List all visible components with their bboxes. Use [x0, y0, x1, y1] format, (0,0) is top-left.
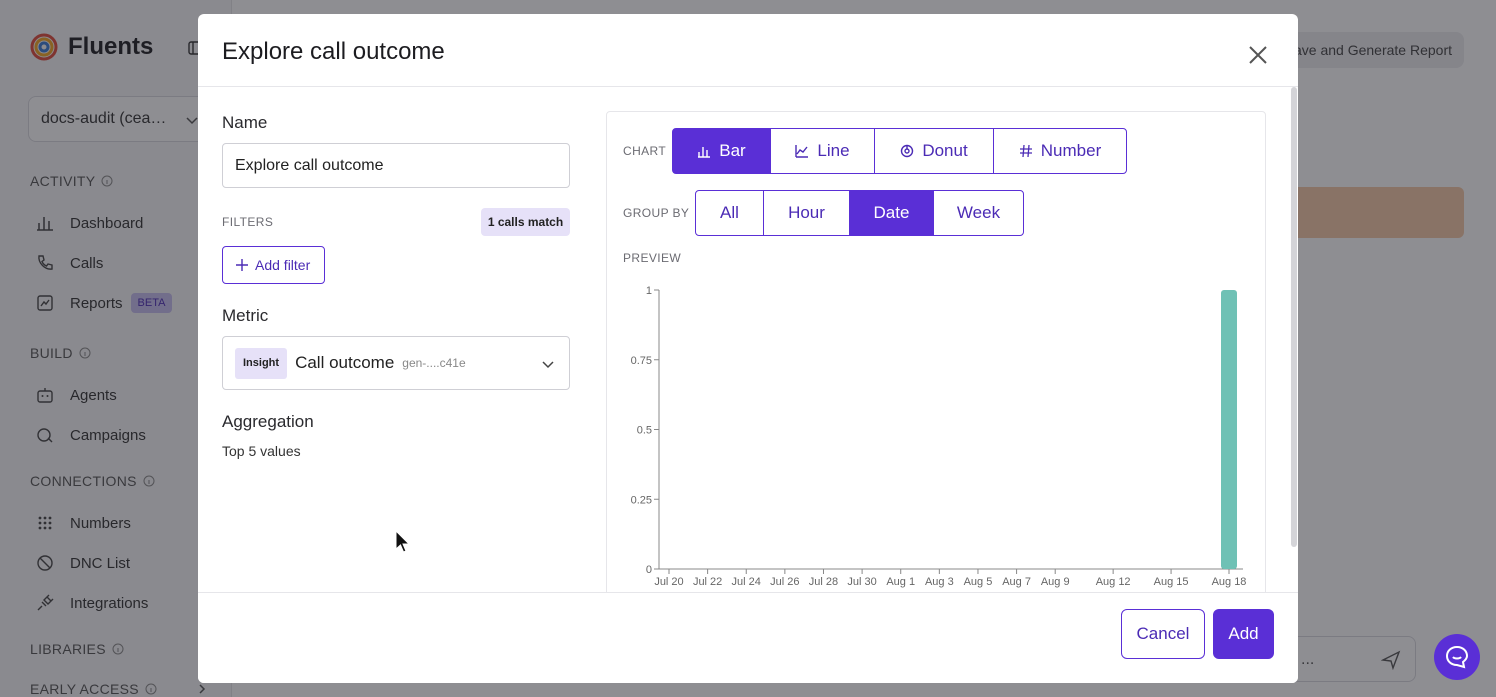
line-chart-icon	[795, 145, 809, 158]
group-by-all[interactable]: All	[695, 190, 764, 236]
close-icon[interactable]	[1246, 43, 1270, 67]
bar	[1221, 290, 1237, 569]
chart-panel: CHART Bar Line Donut Number GROUP BY All…	[606, 111, 1266, 592]
chevron-down-icon	[542, 361, 554, 369]
group-by-week[interactable]: Week	[933, 190, 1024, 236]
add-filter-button[interactable]: Add filter	[222, 246, 325, 284]
x-tick-label: Aug 7	[1002, 576, 1031, 588]
modal-header: Explore call outcome	[198, 14, 1298, 87]
y-axis: 0 0.25 0.5 0.75 1	[631, 285, 660, 576]
modal-footer: Cancel Add	[198, 592, 1298, 683]
modal-body: Name FILTERS 1 calls match Add filter Me…	[198, 87, 1298, 592]
y-tick-label: 0.75	[631, 355, 652, 367]
x-tick-label: Aug 1	[886, 576, 915, 588]
mouse-cursor-icon	[395, 530, 411, 553]
preview-bar-chart: 00.250.50.751 Jul 20 Jul 22 Jul 24 Jul 26 Ju…	[631, 285, 1247, 588]
modal-title: Explore call outcome	[222, 38, 445, 65]
x-axis: Jul 20 Jul 22 Jul 24 Jul 26 Jul 28 Jul 30 Aug …	[654, 568, 1247, 588]
bars	[1221, 290, 1237, 569]
x-tick-label: Aug 9	[1041, 576, 1070, 588]
chat-bubble-icon	[1445, 645, 1469, 669]
x-tick-label: Aug 12	[1096, 576, 1131, 588]
y-tick-label: 1	[646, 285, 652, 297]
hash-icon	[1019, 144, 1032, 158]
group-by-date[interactable]: Date	[849, 190, 934, 236]
aggregation-label: Aggregation	[222, 412, 314, 431]
x-tick-label: Jul 24	[732, 576, 761, 588]
metric-name: Call outcome	[295, 353, 395, 372]
x-tick-label: Jul 26	[770, 576, 799, 588]
donut-chart-icon	[901, 144, 914, 158]
modal-scrollbar[interactable]	[1291, 87, 1297, 547]
x-tick-label: Aug 18	[1212, 576, 1247, 588]
filters-label: FILTERS	[222, 215, 274, 229]
x-tick-label: Jul 20	[654, 576, 683, 588]
cancel-button[interactable]: Cancel	[1121, 609, 1205, 659]
x-tick-label: Jul 22	[693, 576, 722, 588]
x-tick-label: Aug 3	[925, 576, 954, 588]
y-tick-label: 0.5	[637, 425, 652, 437]
y-tick-label: 0	[646, 564, 652, 576]
insight-tag: Insight	[235, 347, 288, 379]
chart-type-donut[interactable]: Donut	[874, 128, 994, 174]
x-tick-label: Aug 15	[1154, 576, 1189, 588]
chart-type-number[interactable]: Number	[993, 128, 1127, 174]
chart-label: CHART	[623, 144, 667, 158]
bar-chart-icon	[698, 147, 711, 158]
y-tick-label: 0.25	[631, 494, 652, 506]
chat-support-button[interactable]	[1434, 634, 1480, 680]
chart-type-group: Bar Line Donut Number	[672, 128, 1127, 174]
metric-label: Metric	[222, 306, 269, 325]
x-tick-label: Jul 30	[847, 576, 876, 588]
name-input[interactable]	[222, 143, 570, 188]
group-by-hour[interactable]: Hour	[763, 190, 850, 236]
plus-icon	[236, 259, 248, 271]
x-tick-label: Jul 28	[809, 576, 838, 588]
chart-type-bar[interactable]: Bar	[672, 128, 771, 174]
preview-label: PREVIEW	[623, 251, 682, 265]
aggregation-value: Top 5 values	[222, 443, 301, 459]
group-by-label: GROUP BY	[623, 206, 690, 220]
group-by-group: All Hour Date Week	[695, 190, 1024, 236]
match-count-badge: 1 calls match	[481, 208, 570, 236]
name-label: Name	[222, 113, 268, 132]
metric-id: gen-....c41e	[402, 356, 466, 370]
add-button[interactable]: Add	[1213, 609, 1274, 659]
chart-type-line[interactable]: Line	[770, 128, 875, 174]
x-tick-label: Aug 5	[964, 576, 993, 588]
metric-select[interactable]: Insight Call outcome gen-....c41e	[222, 336, 570, 390]
explore-modal: Explore call outcome Name FILTERS 1 call…	[198, 14, 1298, 683]
